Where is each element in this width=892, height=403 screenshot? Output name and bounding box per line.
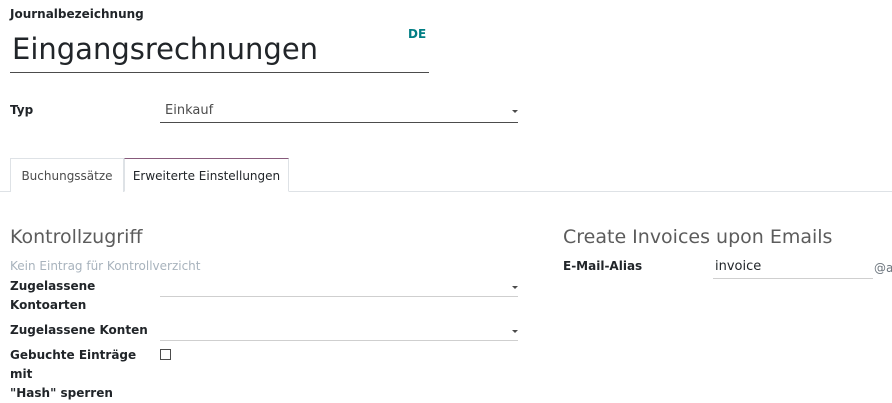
lock-hash-checkbox[interactable]	[160, 349, 171, 360]
tab-erweiterte-einstellungen[interactable]: Erweiterte Einstellungen	[124, 158, 289, 192]
caret-down-icon	[512, 110, 518, 113]
allowed-accounts-label: Zugelassene Konten	[10, 323, 148, 337]
control-access-empty-note: Kein Eintrag für Kontrollverzicht	[10, 259, 201, 273]
type-select[interactable]: Einkauf	[160, 100, 518, 123]
caret-down-icon	[512, 286, 518, 289]
allowed-accounts-select[interactable]	[160, 322, 518, 341]
type-select-value: Einkauf	[165, 103, 214, 118]
language-badge[interactable]: DE	[408, 27, 426, 41]
emails-section-title: Create Invoices upon Emails	[563, 226, 833, 248]
email-alias-label: E-Mail-Alias	[563, 259, 643, 273]
caret-down-icon	[512, 330, 518, 333]
journal-name-input[interactable]: Eingangsrechnungen	[10, 28, 429, 73]
type-label: Typ	[10, 103, 34, 117]
tab-buchungssaetze[interactable]: Buchungssätze	[10, 158, 124, 192]
email-alias-input[interactable]: invoice	[713, 257, 873, 279]
allowed-account-types-label: Zugelassene Kontoarten	[10, 279, 96, 312]
journal-name-label: Journalbezeichnung	[10, 7, 144, 21]
lock-hash-label: Gebuchte Einträge mit "Hash" sperren	[10, 348, 137, 400]
allowed-account-types-select[interactable]	[160, 278, 518, 297]
control-access-title: Kontrollzugriff	[10, 226, 143, 248]
email-alias-domain: @a	[874, 261, 892, 275]
